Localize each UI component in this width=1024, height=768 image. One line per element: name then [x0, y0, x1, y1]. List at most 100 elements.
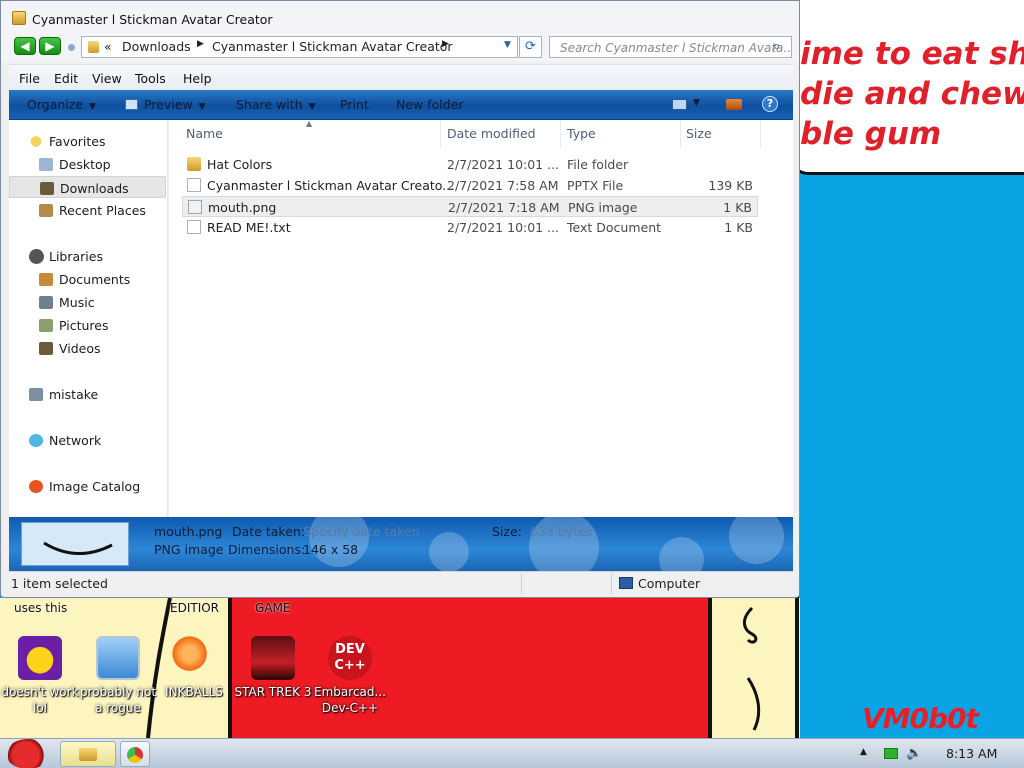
nav-favorites[interactable]: Favorites	[9, 130, 166, 152]
column-header-size[interactable]: Size	[686, 126, 712, 141]
file-size: 1 KB	[724, 220, 753, 235]
help-icon[interactable]: ?	[762, 96, 778, 112]
status-selected-count: 1 item selected	[11, 576, 108, 591]
nav-libraries[interactable]: Libraries	[9, 245, 166, 267]
menu-edit[interactable]: Edit	[54, 71, 78, 86]
status-bar: 1 item selected Computer	[9, 571, 793, 596]
desktop-icon-star-trek[interactable]: STAR TREK 3	[233, 636, 313, 700]
star-icon	[29, 135, 43, 148]
column-separator[interactable]	[440, 120, 441, 148]
preview-icon	[125, 99, 138, 110]
desktop-icon-control-panel[interactable]: probably not a rogue	[78, 636, 158, 716]
table-row[interactable]: Hat Colors 2/7/2021 10:01 ... File folde…	[182, 154, 758, 175]
network-icon	[29, 434, 43, 447]
back-button[interactable]: ◀	[14, 37, 36, 55]
breadcrumb-downloads[interactable]: Downloads	[122, 39, 191, 54]
view-dropdown-icon[interactable]: ▼	[693, 98, 700, 108]
nav-desktop[interactable]: Desktop	[9, 153, 166, 175]
preview-pane-icon[interactable]	[726, 99, 742, 110]
show-hidden-icons-button[interactable]: ▲	[860, 747, 867, 757]
details-type: PNG image	[154, 542, 224, 557]
breadcrumb-overflow[interactable]: «	[104, 39, 112, 54]
nav-music[interactable]: Music	[9, 291, 166, 313]
nav-recent-places[interactable]: Recent Places	[9, 199, 166, 221]
column-separator[interactable]	[560, 120, 561, 148]
menu-help[interactable]: Help	[183, 71, 212, 86]
nav-downloads[interactable]: Downloads	[9, 176, 166, 198]
share-with-button[interactable]: Share with ▼	[236, 97, 316, 112]
desktop-icon-label: Embarcad... Dev-C++	[314, 685, 386, 715]
desktop-icon-label: probably not a rogue	[79, 685, 157, 715]
clock[interactable]: 8:13 AM	[946, 746, 997, 761]
taskbar-chrome-button[interactable]	[120, 741, 150, 767]
menu-tools[interactable]: Tools	[135, 71, 166, 86]
folder-icon	[79, 748, 97, 761]
column-header-date-modified[interactable]: Date modified	[447, 126, 536, 141]
table-row-selected[interactable]: mouth.png 2/7/2021 7:18 AM PNG image 1 K…	[182, 196, 758, 217]
menu-view[interactable]: View	[92, 71, 122, 86]
new-folder-button[interactable]: New folder	[396, 97, 464, 112]
nav-pictures[interactable]: Pictures	[9, 314, 166, 336]
column-separator[interactable]	[760, 120, 761, 148]
breadcrumb-current-folder[interactable]: Cyanmaster l Stickman Avatar Creator	[212, 39, 453, 54]
image-catalog-icon	[29, 480, 43, 493]
breadcrumb-separator-icon[interactable]: ▶	[442, 39, 449, 49]
chrome-icon	[127, 747, 143, 763]
wallpaper-label: GAME	[255, 601, 291, 615]
organize-button[interactable]: Organize ▼	[27, 97, 96, 112]
desktop-icon	[39, 158, 53, 171]
decorative-bubble	[659, 537, 704, 571]
file-date: 2/7/2021 7:58 AM	[447, 178, 559, 193]
table-row[interactable]: READ ME!.txt 2/7/2021 10:01 ... Text Doc…	[182, 217, 758, 238]
column-header-type[interactable]: Type	[567, 126, 596, 141]
nav-documents[interactable]: Documents	[9, 268, 166, 290]
nav-image-catalog[interactable]: Image Catalog	[9, 475, 166, 497]
table-row[interactable]: Cyanmaster l Stickman Avatar Creato... 2…	[182, 175, 758, 196]
volume-icon[interactable]: 🔈	[906, 746, 922, 761]
nav-mistake[interactable]: mistake	[9, 383, 166, 405]
change-view-icon[interactable]	[672, 99, 687, 110]
breadcrumb-separator-icon[interactable]: ▶	[197, 39, 204, 49]
file-type: PPTX File	[567, 178, 624, 193]
dev-cpp-icon: DEV C++	[328, 636, 372, 680]
start-button-angry-bird-icon[interactable]	[6, 739, 50, 768]
details-filename: mouth.png	[154, 524, 223, 539]
menu-file[interactable]: File	[19, 71, 40, 86]
wallpaper-label: EDITIOR	[170, 601, 220, 615]
desktop-icon-label: INKBALLS	[165, 685, 223, 699]
column-separator[interactable]	[680, 120, 681, 148]
file-name: mouth.png	[208, 200, 277, 215]
column-header-name[interactable]: Name	[186, 126, 223, 141]
print-button[interactable]: Print	[340, 97, 369, 112]
address-dropdown-icon[interactable]: ▼	[504, 40, 511, 50]
wallpaper-signature: VM0b0t	[862, 702, 979, 735]
search-icon[interactable]: ⌕	[773, 39, 780, 54]
image-file-icon	[188, 200, 202, 214]
documents-icon	[39, 273, 53, 286]
file-name: READ ME!.txt	[207, 220, 291, 235]
nav-videos[interactable]: Videos	[9, 337, 166, 359]
yahoo-icon	[18, 636, 62, 680]
refresh-button[interactable]: ⟳	[519, 36, 542, 58]
address-bar[interactable]: « Downloads ▶ Cyanmaster l Stickman Avat…	[81, 36, 518, 58]
desktop-icon-yahoo-messenger[interactable]: doesn't work lol	[0, 636, 80, 716]
nav-network[interactable]: Network	[9, 429, 166, 451]
desktop-icon-inkballs[interactable]: INKBALLS	[154, 636, 234, 700]
search-input[interactable]: Search Cyanmaster l Stickman Avata...	[549, 36, 792, 58]
downloads-folder-icon	[40, 182, 54, 195]
recent-pages-dot[interactable]	[68, 44, 75, 51]
navigation-pane: Favorites Desktop Downloads Recent Place…	[9, 120, 168, 517]
battery-icon[interactable]	[884, 748, 898, 759]
file-date: 2/7/2021 10:01 ...	[447, 157, 560, 172]
menu-bar: File Edit View Tools Help	[9, 64, 793, 90]
forward-button[interactable]: ▶	[39, 37, 61, 55]
details-dimensions-label: Dimensions:	[228, 542, 306, 557]
file-name: Hat Colors	[207, 157, 273, 172]
desktop-icon-dev-cpp[interactable]: DEV C++ Embarcad... Dev-C++	[310, 636, 390, 716]
recent-places-icon	[39, 204, 53, 217]
preview-button[interactable]: Preview ▼	[125, 97, 206, 112]
file-list: ▲ Name Date modified Type Size Hat Color…	[169, 119, 793, 517]
title-bar[interactable]: Cyanmaster l Stickman Avatar Creator	[1, 1, 799, 35]
details-date-taken-value[interactable]: Specify date taken	[303, 524, 420, 539]
taskbar-explorer-button[interactable]	[60, 741, 116, 767]
